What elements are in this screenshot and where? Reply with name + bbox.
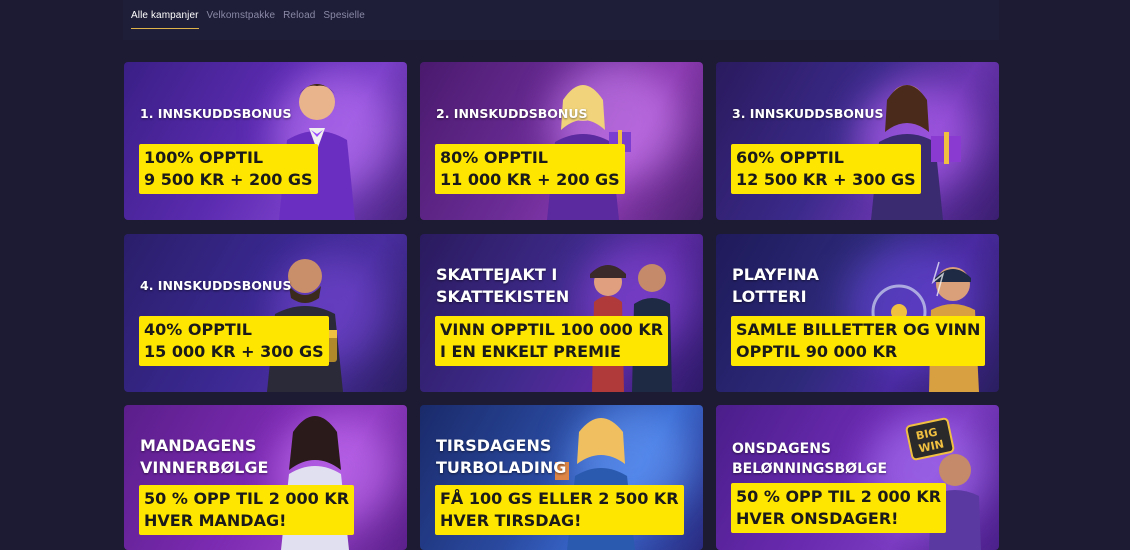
card-title: 1. INNSKUDDSBONUS	[140, 106, 292, 121]
card-offer: 60% OPPTIL 12 500 KR + 300 GS	[731, 144, 921, 194]
offer-line-1: FÅ 100 GS ELLER 2 500 KR	[440, 489, 679, 508]
promo-tabs: Alle kampanjer Velkomstpakke Reload Spes…	[131, 10, 373, 29]
big-win-badge: BIG WIN	[905, 417, 955, 461]
title-line-2: LOTTERI	[732, 287, 807, 306]
tab-all-campaigns[interactable]: Alle kampanjer	[131, 10, 199, 29]
title-line-2: SKATTEKISTEN	[436, 287, 570, 306]
promo-card-deposit-3[interactable]: 3. INNSKUDDSBONUS 60% OPPTIL 12 500 KR +…	[716, 62, 999, 220]
promo-card-treasure-hunt[interactable]: SKATTEJAKT I SKATTEKISTEN VINN OPPTIL 10…	[420, 234, 703, 392]
promo-card-deposit-1[interactable]: 1. INNSKUDDSBONUS 100% OPPTIL 9 500 KR +…	[124, 62, 407, 220]
card-offer: SAMLE BILLETTER OG VINN OPPTIL 90 000 KR	[731, 316, 986, 366]
title-line-1: PLAYFINA	[732, 265, 820, 284]
card-offer: FÅ 100 GS ELLER 2 500 KR HVER TIRSDAG!	[435, 485, 684, 535]
tab-reload[interactable]: Reload	[283, 10, 315, 29]
title-line-1: MANDAGENS	[140, 436, 257, 455]
card-title: 3. INNSKUDDSBONUS	[732, 106, 884, 121]
promo-card-lottery[interactable]: PLAYFINA LOTTERI SAMLE BILLETTER OG VINN…	[716, 234, 999, 392]
tab-welcome-package[interactable]: Velkomstpakke	[207, 10, 276, 29]
promo-card-deposit-2[interactable]: 2. INNSKUDDSBONUS 80% OPPTIL 11 000 KR +…	[420, 62, 703, 220]
promo-card-deposit-4[interactable]: 4. INNSKUDDSBONUS 40% OPPTIL 15 000 KR +…	[124, 234, 407, 392]
card-offer: 100% OPPTIL 9 500 KR + 200 GS	[139, 144, 318, 194]
offer-line-1: 100% OPPTIL	[144, 148, 264, 167]
card-offer: 80% OPPTIL 11 000 KR + 200 GS	[435, 144, 625, 194]
card-title: 2. INNSKUDDSBONUS	[436, 106, 588, 121]
offer-line-2: HVER MANDAG!	[144, 511, 287, 530]
card-offer: VINN OPPTIL 100 000 KR I EN ENKELT PREMI…	[435, 316, 669, 366]
title-line-2: TURBOLADING	[436, 458, 567, 477]
card-title: ONSDAGENS BELØNNINGSBØLGE	[732, 439, 887, 479]
title-line-1: SKATTEJAKT I	[436, 265, 558, 284]
card-title: PLAYFINA LOTTERI	[732, 264, 819, 308]
offer-line-2: I EN ENKELT PREMIE	[440, 342, 621, 361]
offer-line-2: HVER ONSDAGER!	[736, 509, 899, 528]
offer-line-2: 12 500 KR + 300 GS	[736, 170, 916, 189]
offer-line-2: HVER TIRSDAG!	[440, 511, 582, 530]
card-title: TIRSDAGENS TURBOLADING	[436, 435, 566, 479]
card-title: 4. INNSKUDDSBONUS	[140, 278, 292, 293]
title-line-1: ONSDAGENS	[732, 441, 832, 457]
offer-line-1: 80% OPPTIL	[440, 148, 548, 167]
card-title: SKATTEJAKT I SKATTEKISTEN	[436, 264, 569, 308]
card-title: MANDAGENS VINNERBØLGE	[140, 435, 268, 479]
promo-card-tuesday-boost[interactable]: TIRSDAGENS TURBOLADING FÅ 100 GS ELLER 2…	[420, 405, 703, 550]
card-offer: 50 % OPP TIL 2 000 KR HVER MANDAG!	[139, 485, 355, 535]
promo-card-monday-wave[interactable]: MANDAGENS VINNERBØLGE 50 % OPP TIL 2 000…	[124, 405, 407, 550]
card-offer: 40% OPPTIL 15 000 KR + 300 GS	[139, 316, 329, 366]
title-line-2: BELØNNINGSBØLGE	[732, 461, 888, 477]
offer-line-2: 15 000 KR + 300 GS	[144, 342, 324, 361]
title-line-1: TIRSDAGENS	[436, 436, 552, 455]
card-offer: 50 % OPP TIL 2 000 KR HVER ONSDAGER!	[731, 483, 947, 533]
tab-special[interactable]: Spesielle	[323, 10, 364, 29]
offer-line-1: 40% OPPTIL	[144, 320, 252, 339]
promo-card-wednesday-wave[interactable]: BIG WIN ONSDAGENS BELØNNINGSBØLGE 50 % O…	[716, 405, 999, 550]
offer-line-2: 11 000 KR + 200 GS	[440, 170, 620, 189]
title-line-2: VINNERBØLGE	[140, 458, 269, 477]
offer-line-1: 50 % OPP TIL 2 000 KR	[144, 489, 350, 508]
offer-line-2: 9 500 KR + 200 GS	[144, 170, 313, 189]
offer-line-2: OPPTIL 90 000 KR	[736, 342, 898, 361]
offer-line-1: 60% OPPTIL	[736, 148, 844, 167]
offer-line-1: SAMLE BILLETTER OG VINN	[736, 320, 981, 339]
offer-line-1: 50 % OPP TIL 2 000 KR	[736, 487, 942, 506]
offer-line-1: VINN OPPTIL 100 000 KR	[440, 320, 664, 339]
